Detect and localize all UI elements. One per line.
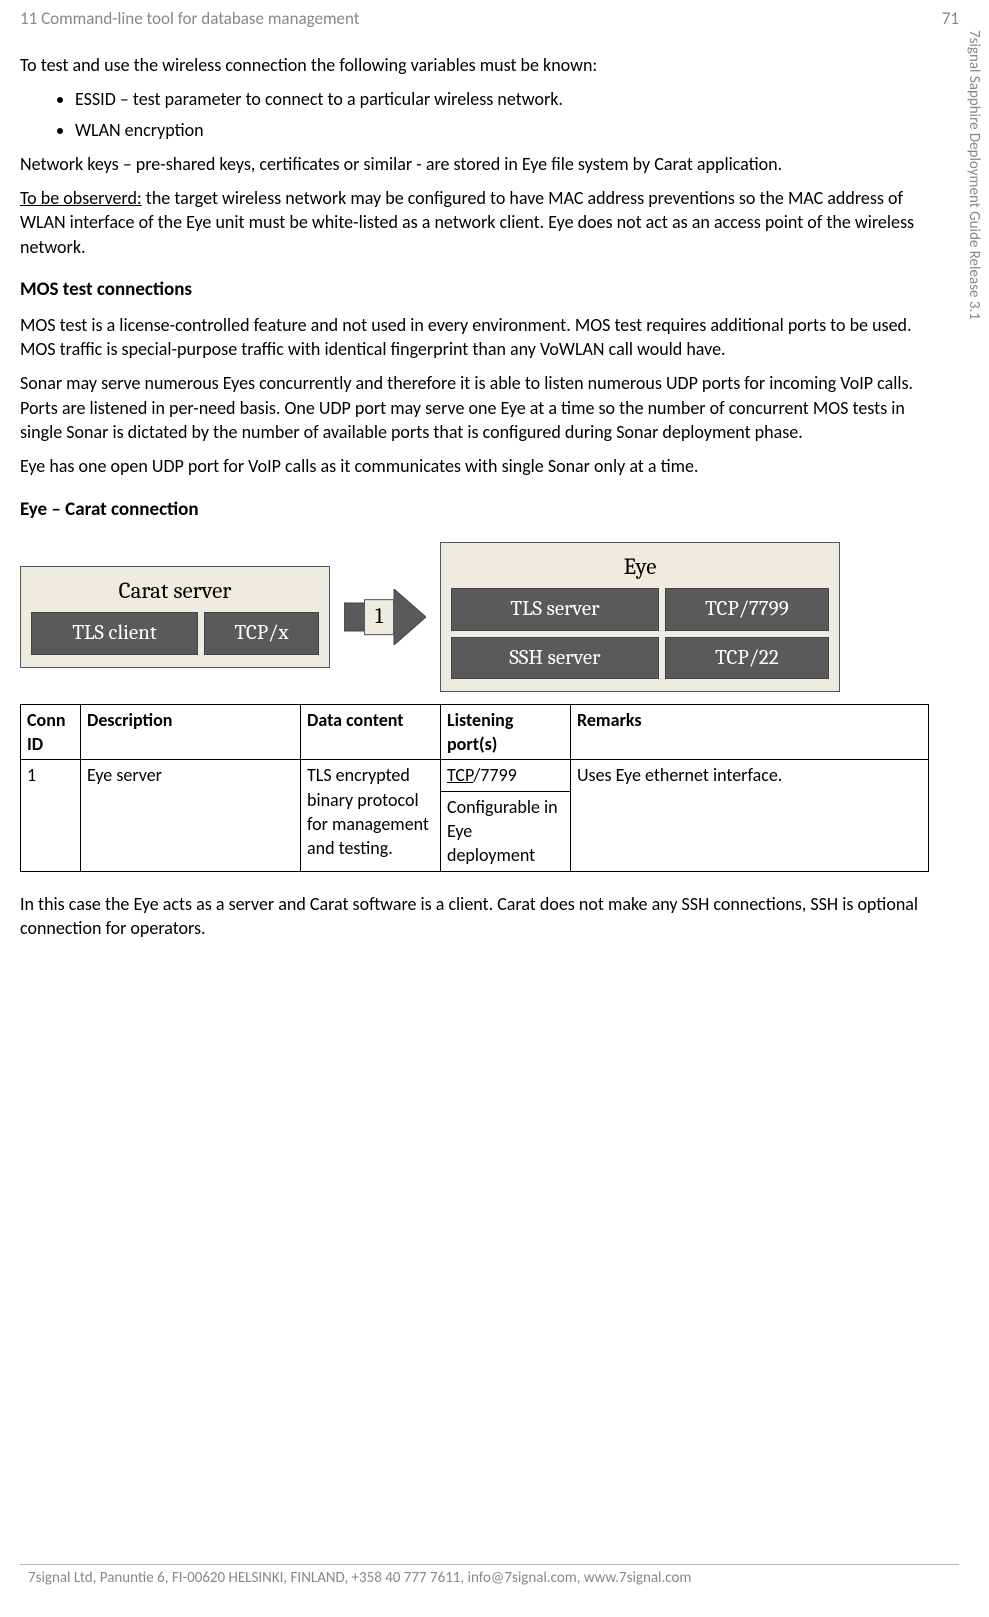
page-footer: 7signal Ltd, Panuntie 6, FI-00620 HELSIN… (20, 1564, 959, 1587)
tls-server-tag: TLS server (451, 588, 659, 630)
tcp-label: TCP (447, 764, 473, 786)
col-header: Listening port(s) (441, 704, 571, 760)
cell-conn-id: 1 (21, 760, 81, 871)
heading-mos: MOS test connections (20, 277, 929, 303)
page-header: 11 Command-line tool for database manage… (20, 8, 959, 33)
cell-remarks: Uses Eye ethernet interface. (571, 760, 929, 871)
port-number: /7799 (473, 764, 516, 786)
side-title: 7signal Sapphire Deployment Guide Releas… (965, 30, 983, 320)
tcp-7799-tag: TCP/7799 (665, 588, 829, 630)
footer-text: 7signal Ltd, Panuntie 6, FI-00620 HELSIN… (20, 1569, 959, 1587)
connection-table: Conn ID Description Data content Listeni… (20, 704, 929, 872)
list-item: ESSID – test parameter to connect to a p… (75, 87, 929, 111)
paragraph: To be observerd: the target wireless net… (20, 186, 929, 259)
table-row: 1 Eye server TLS encrypted binary protoc… (21, 760, 929, 791)
paragraph: Eye has one open UDP port for VoIP calls… (20, 454, 929, 478)
paragraph: Network keys – pre-shared keys, certific… (20, 152, 929, 176)
observed-text: the target wireless network may be confi… (20, 187, 914, 258)
intro-text: To test and use the wireless connection … (20, 53, 929, 77)
cell-description: Eye server (81, 760, 301, 871)
col-header: Data content (301, 704, 441, 760)
cell-data-content: TLS encrypted binary protocol for manage… (301, 760, 441, 871)
ssh-server-tag: SSH server (451, 637, 659, 679)
carat-server-box: Carat server TLS client TCP/x (20, 566, 330, 667)
tcp-x-tag: TCP/x (204, 612, 319, 654)
tls-client-tag: TLS client (31, 612, 198, 654)
box-title: Eye (451, 551, 829, 582)
heading-eye-carat: Eye – Carat connection (20, 497, 929, 523)
box-title: Carat server (31, 575, 319, 606)
cell-port-note: Configurable in Eye deployment (441, 791, 571, 871)
header-title: 11 Command-line tool for database manage… (20, 8, 359, 29)
connection-diagram: Carat server TLS client TCP/x 1 Eye TLS … (20, 542, 929, 692)
closing-paragraph: In this case the Eye acts as a server an… (20, 892, 929, 941)
tcp-22-tag: TCP/22 (665, 637, 829, 679)
list-item: WLAN encryption (75, 118, 929, 142)
col-header: Description (81, 704, 301, 760)
arrow-icon: 1 (344, 589, 426, 645)
col-header: Remarks (571, 704, 929, 760)
paragraph: Sonar may serve numerous Eyes concurrent… (20, 371, 929, 444)
paragraph: MOS test is a license-controlled feature… (20, 313, 929, 362)
bullet-list: ESSID – test parameter to connect to a p… (20, 87, 929, 142)
table-header-row: Conn ID Description Data content Listeni… (21, 704, 929, 760)
page-number: 71 (942, 8, 959, 29)
observed-label: To be observerd: (20, 187, 142, 209)
cell-port: TCP/7799 (441, 760, 571, 791)
eye-box: Eye TLS server TCP/7799 SSH server TCP/2… (440, 542, 840, 692)
col-header: Conn ID (21, 704, 81, 760)
arrow-label: 1 (364, 599, 394, 635)
page-body: To test and use the wireless connection … (20, 33, 959, 940)
